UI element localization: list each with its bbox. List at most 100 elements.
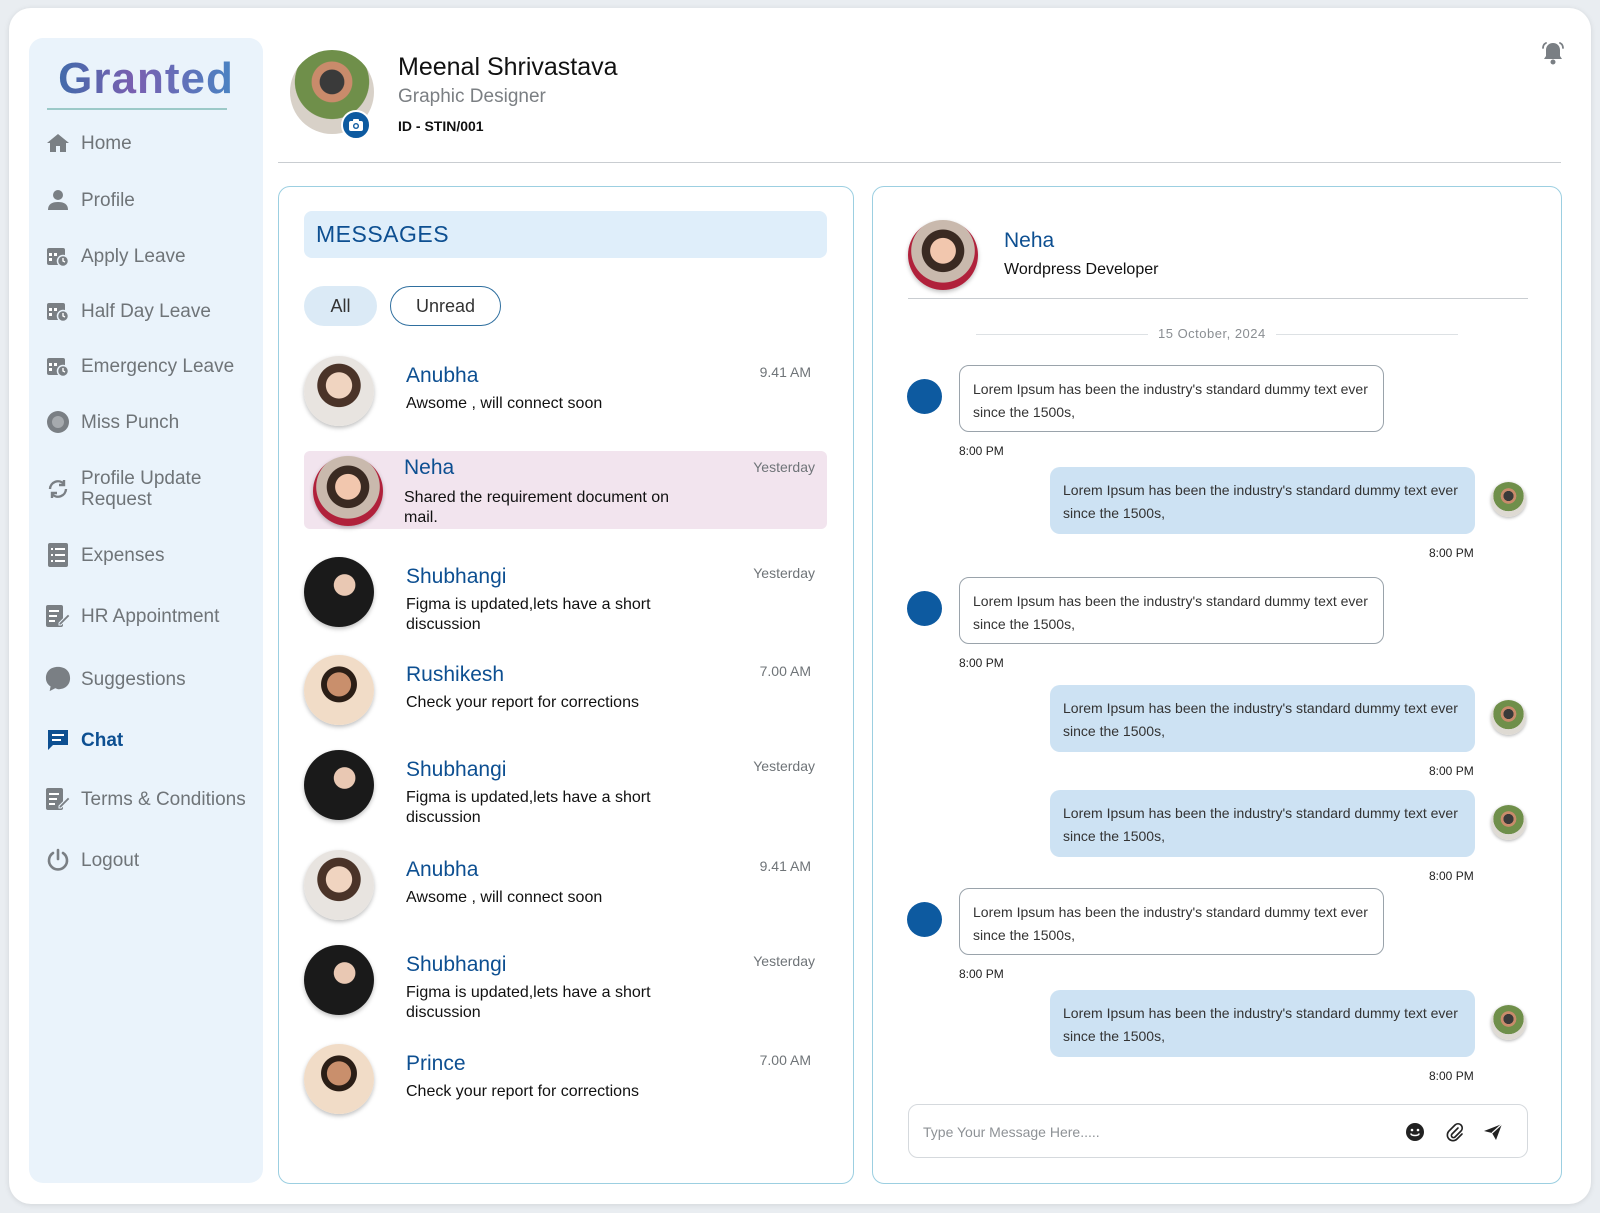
avatar xyxy=(304,850,374,920)
filter-all-button[interactable]: All xyxy=(304,286,377,326)
conversation-time: 9.41 AM xyxy=(759,364,811,380)
conversation-preview: Figma is updated,lets have a short discu… xyxy=(406,984,651,1021)
my-avatar xyxy=(1491,805,1526,840)
sender-avatar xyxy=(907,902,942,937)
conversation-preview: Check your report for corrections xyxy=(406,1083,639,1100)
edit-document-icon xyxy=(45,603,71,629)
user-role: Graphic Designer xyxy=(398,86,546,107)
conversation-name: Anubha xyxy=(406,364,479,387)
sidebar-item-expenses[interactable]: Expenses xyxy=(45,542,255,568)
sidebar-item-apply-leave[interactable]: Apply Leave xyxy=(45,243,255,269)
avatar xyxy=(304,356,374,426)
contact-name: Neha xyxy=(1004,229,1055,252)
sidebar-item-profile-update-request[interactable]: Profile Update Request xyxy=(45,468,255,510)
sidebar-item-hr-appointment[interactable]: HR Appointment xyxy=(45,603,255,629)
conversation-preview: Check your report for corrections xyxy=(406,694,639,711)
conversation-name: Anubha xyxy=(406,858,479,881)
filter-unread-button[interactable]: Unread xyxy=(390,286,501,326)
my-avatar xyxy=(1491,700,1526,735)
user-icon xyxy=(45,187,71,213)
camera-icon[interactable] xyxy=(341,110,371,140)
sidebar-item-label: Logout xyxy=(81,849,140,871)
incoming-message: Lorem Ipsum has been the industry's stan… xyxy=(959,577,1384,644)
sidebar-item-home[interactable]: Home xyxy=(45,130,255,156)
conversation-item[interactable]: Shubhangi Figma is updated,lets have a sh… xyxy=(304,943,827,1023)
outgoing-message: Lorem Ipsum has been the industry's stan… xyxy=(1050,990,1475,1057)
message-time: 8:00 PM xyxy=(1429,1069,1474,1083)
conversation-name: Rushikesh xyxy=(406,663,505,686)
sidebar-item-profile[interactable]: Profile xyxy=(45,187,255,213)
conversation-name: Neha xyxy=(404,456,455,479)
contact-role: Wordpress Developer xyxy=(1004,261,1159,278)
my-avatar xyxy=(1491,482,1526,517)
messages-title: MESSAGES xyxy=(316,221,450,247)
contact-avatar[interactable] xyxy=(908,220,978,290)
message-time: 8:00 PM xyxy=(959,967,1004,981)
sender-avatar xyxy=(907,379,942,414)
conversation-preview: Awsome , will connect soon xyxy=(406,395,603,412)
conversation-preview: Shared the requirement document on mail. xyxy=(404,489,670,526)
sidebar-item-label: Profile Update Request xyxy=(81,468,202,510)
sidebar-item-label: Half Day Leave xyxy=(81,300,211,322)
conversation-item[interactable]: Rushikesh Check your report for correctio… xyxy=(304,653,827,727)
emoji-icon[interactable] xyxy=(1403,1120,1427,1144)
outgoing-message: Lorem Ipsum has been the industry's stan… xyxy=(1050,467,1475,534)
conversation-name: Shubhangi xyxy=(406,758,507,781)
sidebar-item-terms-conditions[interactable]: Terms & Conditions xyxy=(45,786,255,812)
sidebar-item-logout[interactable]: Logout xyxy=(45,847,255,873)
sidebar-item-label: Miss Punch xyxy=(81,411,180,433)
sidebar-item-label: Suggestions xyxy=(81,668,186,690)
conversation-name: Shubhangi xyxy=(406,565,507,588)
avatar xyxy=(304,945,374,1015)
user-name: Meenal Shrivastava xyxy=(398,53,618,81)
sidebar-item-label: Emergency Leave xyxy=(81,355,235,377)
sidebar-item-half-day-leave[interactable]: Half Day Leave xyxy=(45,298,255,324)
conversation-name: Shubhangi xyxy=(406,953,507,976)
sidebar: Granted Home Profile Apply Leave Half Day L… xyxy=(29,38,263,1183)
sidebar-item-chat[interactable]: Chat xyxy=(45,727,255,753)
app-logo: Granted xyxy=(29,54,263,104)
sidebar-item-emergency-leave[interactable]: Emergency Leave xyxy=(45,353,255,379)
avatar xyxy=(304,750,374,820)
conversation-preview: Awsome , will connect soon xyxy=(406,889,603,906)
power-icon xyxy=(45,847,71,873)
calendar-icon xyxy=(45,298,71,324)
conversation-time: Yesterday xyxy=(753,758,815,774)
chat-icon xyxy=(45,727,71,753)
sender-avatar xyxy=(907,591,942,626)
sidebar-item-label: Apply Leave xyxy=(81,245,186,267)
conversation-time: Yesterday xyxy=(753,459,815,475)
avatar xyxy=(313,456,383,526)
conversation-time: Yesterday xyxy=(753,953,815,969)
bell-icon[interactable] xyxy=(1540,40,1566,66)
avatar xyxy=(304,655,374,725)
speech-bubble-icon xyxy=(45,666,71,692)
sidebar-item-label: HR Appointment xyxy=(81,605,220,627)
message-time: 8:00 PM xyxy=(959,656,1004,670)
send-icon[interactable] xyxy=(1481,1120,1505,1144)
chat-header-divider xyxy=(908,298,1528,299)
message-time: 8:00 PM xyxy=(1429,869,1474,883)
message-time: 8:00 PM xyxy=(1429,764,1474,778)
conversation-item[interactable]: Anubha Awsome , will connect soon 9.41 AM xyxy=(304,848,827,922)
header-divider xyxy=(278,162,1561,163)
logo-divider xyxy=(47,108,227,110)
conversation-item[interactable]: Shubhangi Figma is updated,lets have a sh… xyxy=(304,748,827,828)
sidebar-item-miss-punch[interactable]: Miss Punch xyxy=(45,409,255,435)
calendar-icon xyxy=(45,353,71,379)
conversation-item[interactable]: Prince Check your report for corrections 7… xyxy=(304,1042,827,1116)
message-input[interactable] xyxy=(923,1119,1383,1145)
sidebar-item-label: Profile xyxy=(81,189,135,211)
message-time: 8:00 PM xyxy=(959,444,1004,458)
conversation-time: 7.00 AM xyxy=(759,1052,811,1068)
attachment-icon[interactable] xyxy=(1442,1120,1466,1144)
message-time: 8:00 PM xyxy=(1429,546,1474,560)
incoming-message: Lorem Ipsum has been the industry's stan… xyxy=(959,888,1384,955)
sidebar-item-suggestions[interactable]: Suggestions xyxy=(45,666,255,692)
my-avatar xyxy=(1491,1005,1526,1040)
conversation-time: Yesterday xyxy=(753,565,815,581)
conversation-time: 7.00 AM xyxy=(759,663,811,679)
conversation-item[interactable]: Neha Shared the requirement document on m… xyxy=(304,451,827,529)
conversation-item[interactable]: Anubha Awsome , will connect soon 9.41 AM xyxy=(304,354,827,428)
conversation-item[interactable]: Shubhangi Figma is updated,lets have a sh… xyxy=(304,555,827,635)
